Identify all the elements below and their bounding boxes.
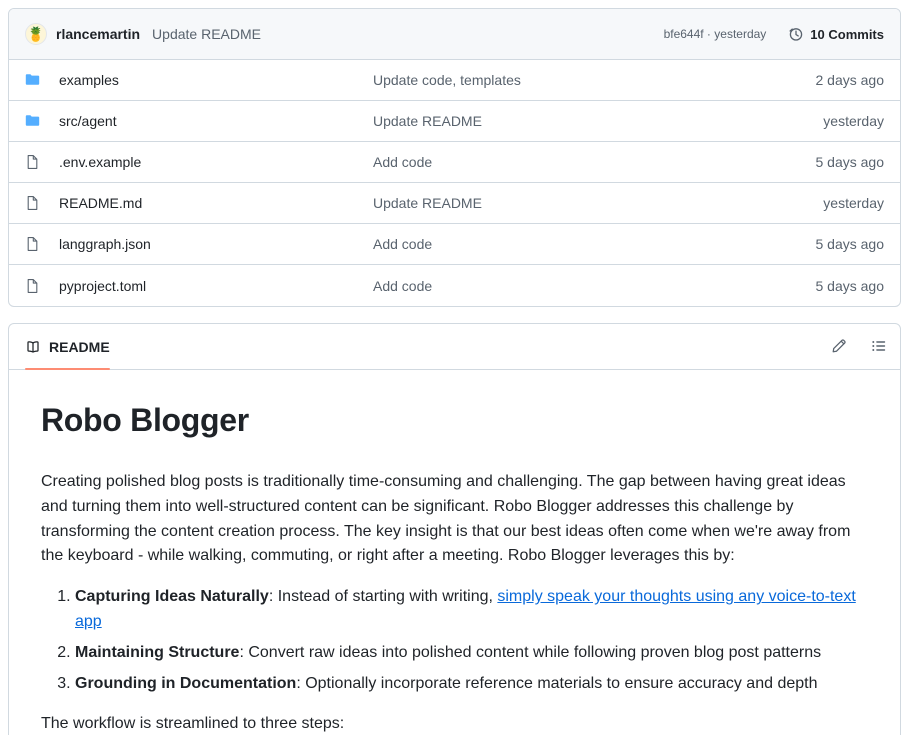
table-row[interactable]: langgraph.json Add code 5 days ago (9, 224, 900, 265)
file-icon (25, 195, 41, 211)
readme-paragraph-1: Creating polished blog posts is traditio… (41, 473, 851, 565)
commit-author[interactable]: rlancemartin (56, 26, 140, 42)
readme-paragraph-2: The workflow is streamlined to three ste… (41, 715, 345, 733)
repository-page: 🍍 rlancemartin Update README bfe644f · y… (0, 0, 909, 735)
tab-active-indicator (25, 368, 110, 370)
file-commit-message[interactable]: Add code (373, 154, 816, 170)
file-name[interactable]: langgraph.json (59, 236, 373, 252)
readme-tabbar: README (9, 324, 900, 370)
pineapple-avatar[interactable]: 🍍 (25, 23, 47, 45)
file-commit-message[interactable]: Add code (373, 278, 816, 294)
pencil-icon (831, 338, 847, 354)
commits-count-link[interactable]: 10 Commits (788, 26, 884, 42)
file-commit-message[interactable]: Update README (373, 113, 823, 129)
file-date: 5 days ago (815, 154, 885, 170)
file-name[interactable]: src/agent (59, 113, 373, 129)
list-item: Grounding in Documentation: Optionally i… (75, 672, 868, 697)
commits-count-label: 10 Commits (810, 26, 884, 42)
file-icon (25, 278, 41, 294)
file-name[interactable]: .env.example (59, 154, 373, 170)
table-row[interactable]: src/agent Update README yesterday (9, 101, 900, 142)
book-icon (25, 339, 41, 355)
tab-readme-label: README (49, 338, 110, 355)
tab-readme[interactable]: README (25, 324, 118, 370)
file-name[interactable]: README.md (59, 195, 373, 211)
list-item-label: Grounding in Documentation (75, 674, 297, 692)
file-commit-message[interactable]: Update README (373, 195, 823, 211)
file-date: yesterday (823, 113, 884, 129)
folder-icon (25, 113, 41, 129)
list-item-text: : Instead of starting with writing, (268, 588, 498, 606)
file-date: 2 days ago (815, 72, 885, 88)
page-title: Robo Blogger (41, 402, 249, 438)
file-name[interactable]: examples (59, 72, 373, 88)
outline-button[interactable] (866, 333, 892, 359)
history-clock-icon (788, 26, 804, 42)
file-date: 5 days ago (815, 277, 885, 294)
list-item: Maintaining Structure: Convert raw ideas… (75, 641, 868, 666)
file-listing-panel: 🍍 rlancemartin Update README bfe644f · y… (8, 8, 901, 307)
edit-readme-button[interactable] (826, 333, 852, 359)
file-date: 5 days ago (815, 236, 885, 252)
table-row[interactable]: .env.example Add code 5 days ago (9, 142, 900, 183)
readme-panel: README Robo Blogger Creating polished bl… (8, 323, 901, 735)
list-unordered-icon (871, 338, 887, 354)
header-right-group: bfe644f · yesterday 10 Commits (664, 26, 884, 42)
list-item-label: Maintaining Structure (75, 643, 240, 661)
latest-commit-header: 🍍 rlancemartin Update README bfe644f · y… (9, 9, 900, 60)
table-row[interactable]: pyproject.toml Add code 5 days ago (9, 265, 900, 306)
folder-icon (25, 72, 41, 88)
table-row[interactable]: README.md Update README yesterday (9, 183, 900, 224)
file-commit-message[interactable]: Add code (373, 236, 816, 252)
commit-sha[interactable]: bfe644f · yesterday (664, 27, 767, 41)
readme-actions (826, 333, 892, 369)
file-icon (25, 236, 41, 252)
list-item-text: : Optionally incorporate reference mater… (296, 674, 818, 692)
file-name[interactable]: pyproject.toml (59, 278, 373, 294)
table-row[interactable]: examples Update code, templates 2 days a… (9, 60, 900, 101)
list-item: Capturing Ideas Naturally: Instead of st… (75, 585, 868, 635)
latest-commit-message[interactable]: Update README (152, 26, 261, 42)
list-item-label: Capturing Ideas Naturally (75, 588, 269, 606)
file-icon (25, 154, 41, 170)
list-item-text: : Convert raw ideas into polished conten… (239, 643, 822, 661)
readme-ordered-list: Capturing Ideas Naturally: Instead of st… (41, 585, 868, 696)
file-commit-message[interactable]: Update code, templates (373, 72, 816, 88)
file-date: yesterday (823, 195, 884, 211)
readme-content: Robo Blogger Creating polished blog post… (9, 370, 900, 735)
